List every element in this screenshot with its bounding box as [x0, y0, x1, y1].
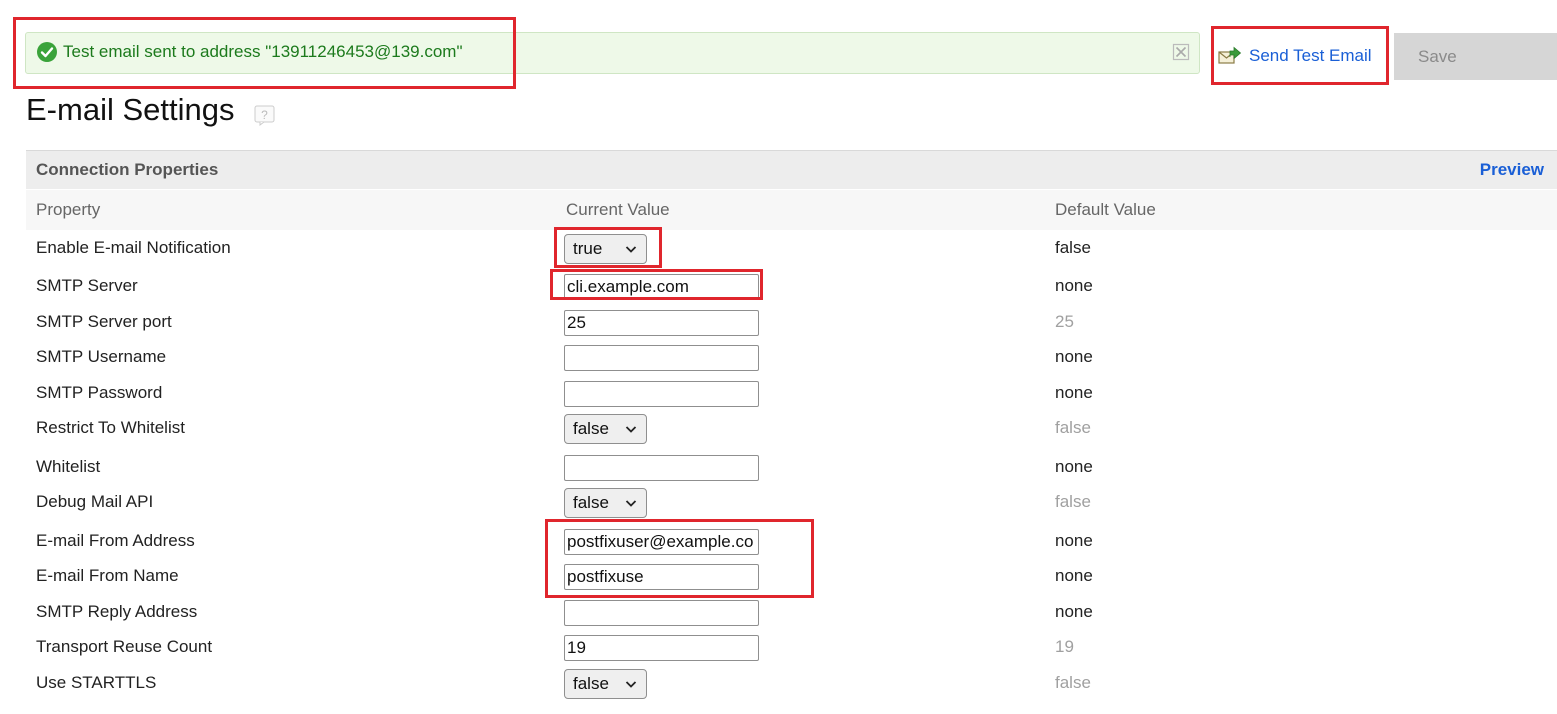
value-select[interactable]: false [564, 669, 647, 699]
column-header-default-value: Default Value [1055, 200, 1156, 219]
chevron-down-icon [625, 681, 637, 688]
default-value: false [1055, 238, 1091, 257]
default-value: none [1055, 383, 1093, 402]
property-label: Debug Mail API [36, 492, 154, 511]
send-test-email-button[interactable]: Send Test Email [1218, 43, 1372, 69]
page-title: E-mail Settings [26, 92, 235, 127]
select-value: false [573, 419, 609, 438]
close-icon[interactable] [1172, 43, 1190, 61]
default-value: false [1055, 492, 1091, 511]
table-header: Property Current Value Default Value [26, 190, 1557, 230]
property-label: E-mail From Address [36, 531, 195, 550]
property-label: SMTP Password [36, 383, 163, 402]
property-label: Restrict To Whitelist [36, 418, 185, 437]
property-label: SMTP Reply Address [36, 602, 198, 621]
value-input[interactable]: cli.example.com [564, 274, 759, 300]
default-value: 19 [1055, 637, 1074, 656]
value-select[interactable]: false [564, 414, 647, 444]
value-select[interactable]: false [564, 488, 647, 518]
chevron-down-icon [625, 500, 637, 507]
send-test-email-label: Send Test Email [1249, 46, 1372, 65]
svg-text:?: ? [261, 108, 268, 122]
check-circle-icon [37, 42, 57, 62]
save-button[interactable]: Save [1394, 33, 1557, 80]
connection-properties-header: Connection Properties Preview [26, 150, 1557, 189]
section-title: Connection Properties [36, 160, 219, 179]
property-label: Use STARTTLS [36, 673, 157, 692]
property-label: E-mail From Name [36, 566, 179, 585]
property-label: Whitelist [36, 457, 101, 476]
property-label: SMTP Server port [36, 312, 172, 331]
default-value: none [1055, 457, 1093, 476]
property-label: SMTP Username [36, 347, 167, 366]
property-label: Transport Reuse Count [36, 637, 213, 656]
success-notice: Test email sent to address "13911246453@… [25, 32, 1200, 74]
default-value: false [1055, 673, 1091, 692]
chevron-down-icon [625, 426, 637, 433]
default-value: 25 [1055, 312, 1074, 331]
select-value: false [573, 674, 609, 693]
default-value: none [1055, 531, 1093, 550]
value-input[interactable] [564, 381, 759, 407]
column-header-current-value: Current Value [566, 200, 670, 219]
help-icon[interactable]: ? [254, 105, 275, 126]
value-input[interactable]: 25 [564, 310, 759, 336]
select-value: false [573, 493, 609, 512]
notice-message: Test email sent to address "13911246453@… [63, 42, 463, 61]
property-label: SMTP Server [36, 276, 138, 295]
value-input[interactable] [564, 600, 759, 626]
preview-link[interactable]: Preview [1480, 160, 1544, 180]
value-input[interactable]: postfixuse [564, 564, 759, 590]
default-value: none [1055, 276, 1093, 295]
send-mail-icon [1218, 46, 1242, 64]
default-value: none [1055, 347, 1093, 366]
value-input[interactable]: postfixuser@example.co [564, 529, 759, 555]
column-header-property: Property [36, 200, 101, 219]
value-select[interactable]: true [564, 234, 647, 264]
value-input[interactable] [564, 345, 759, 371]
select-value: true [573, 239, 603, 258]
chevron-down-icon [625, 246, 637, 253]
property-label: Enable E-mail Notification [36, 238, 231, 257]
default-value: false [1055, 418, 1091, 437]
default-value: none [1055, 566, 1093, 585]
default-value: none [1055, 602, 1093, 621]
value-input[interactable] [564, 455, 759, 481]
value-input[interactable]: 19 [564, 635, 759, 661]
